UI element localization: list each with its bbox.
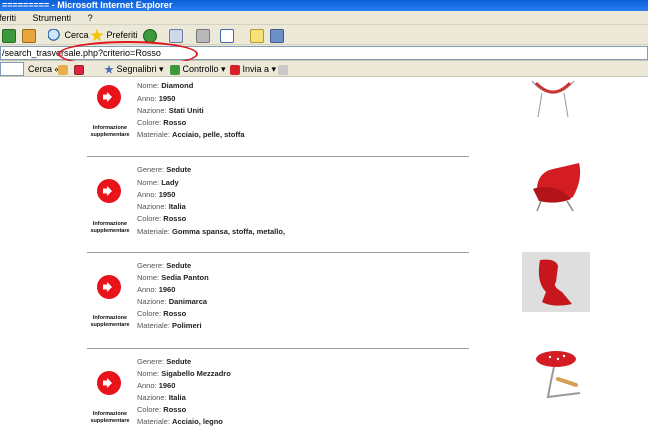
attr-material: Materiale: Gomma spansa, stoffa, metallo… bbox=[137, 227, 285, 236]
list-item: Informazione supplementare Genere: Sedut… bbox=[87, 257, 469, 347]
search-label: Cerca bbox=[64, 30, 89, 40]
info-label[interactable]: Informazione supplementare bbox=[87, 315, 133, 329]
messenger-button[interactable] bbox=[270, 27, 284, 43]
menu-help[interactable]: ? bbox=[88, 11, 93, 25]
mail-button[interactable] bbox=[169, 27, 183, 43]
links-search-input[interactable] bbox=[0, 62, 24, 76]
search-button[interactable]: Cerca bbox=[48, 27, 89, 43]
home-button[interactable] bbox=[22, 27, 36, 43]
links-search-button[interactable]: Cerca « bbox=[28, 61, 60, 77]
popup-blocker-button[interactable] bbox=[74, 61, 84, 77]
attr-nation: Nazione: Italia bbox=[137, 202, 186, 211]
divider bbox=[87, 252, 469, 253]
more-info-arrow-icon[interactable] bbox=[97, 371, 121, 395]
info-label[interactable]: Informazione supplementare bbox=[87, 411, 133, 425]
home-icon bbox=[22, 28, 36, 43]
options-button[interactable] bbox=[278, 61, 288, 77]
info-label[interactable]: Informazione supplementare bbox=[87, 221, 133, 235]
menu-favorites[interactable]: eferiti bbox=[0, 11, 16, 25]
list-item: Informazione supplementare Genere: Sedut… bbox=[87, 353, 469, 430]
bookmark-star-icon bbox=[104, 64, 114, 74]
attr-nation: Nazione: Italia bbox=[137, 393, 186, 402]
messenger-icon bbox=[270, 28, 284, 43]
wrench-icon bbox=[278, 64, 288, 75]
product-image-lady-armchair[interactable] bbox=[527, 159, 585, 217]
attr-name: Nome: Sedia Panton bbox=[137, 273, 209, 282]
refresh-button[interactable] bbox=[2, 27, 16, 43]
attr-name: Nome: Sigabello Mezzadro bbox=[137, 369, 231, 378]
divider bbox=[87, 348, 469, 349]
attr-nation: Nazione: Stati Uniti bbox=[137, 106, 204, 115]
popup-icon bbox=[74, 64, 84, 75]
menu-tools[interactable]: Strumenti bbox=[33, 11, 72, 25]
attr-name: Nome: Diamond bbox=[137, 81, 194, 90]
more-info-arrow-icon[interactable] bbox=[97, 85, 121, 109]
star-icon bbox=[90, 28, 104, 42]
attr-year: Anno: 1950 bbox=[137, 94, 176, 103]
menu-bar: eferiti Strumenti ? bbox=[0, 11, 648, 25]
product-image-diamond-chair[interactable] bbox=[528, 77, 578, 123]
send-to-button[interactable]: Invia a ▾ bbox=[230, 61, 276, 77]
edit-button[interactable] bbox=[220, 27, 234, 43]
highlighter-icon bbox=[58, 64, 68, 75]
printer-icon bbox=[196, 28, 210, 43]
send-arrow-icon bbox=[230, 64, 240, 75]
window-titlebar: ========= - Microsoft Internet Explorer bbox=[0, 0, 648, 11]
more-info-arrow-icon[interactable] bbox=[97, 275, 121, 299]
links-toolbar: Cerca « Segnalibri ▾ Controllo ▾ Invia a… bbox=[0, 61, 648, 77]
attr-year: Anno: 1960 bbox=[137, 381, 176, 390]
bookmarks-button[interactable]: Segnalibri ▾ bbox=[104, 61, 164, 77]
word-icon bbox=[220, 28, 234, 43]
more-info-arrow-icon[interactable] bbox=[97, 179, 121, 203]
check-button[interactable]: Controllo ▾ bbox=[170, 61, 226, 77]
list-item: Informazione supplementare Genere: Sedut… bbox=[87, 161, 469, 251]
attr-genre: Genere: Sedute bbox=[137, 357, 192, 366]
checkmark-icon bbox=[170, 64, 180, 75]
product-image-panton-chair[interactable] bbox=[522, 252, 590, 312]
product-image-mezzadro-stool[interactable] bbox=[528, 349, 588, 409]
attr-genre: Genere: Sedute bbox=[137, 165, 192, 174]
results-list: Informazione supplementare Nome: Diamond… bbox=[0, 77, 648, 430]
attr-color: Colore: Rosso bbox=[137, 405, 187, 414]
attr-nation: Nazione: Danimarca bbox=[137, 297, 208, 306]
attr-material: Materiale: Acciaio, legno bbox=[137, 417, 223, 426]
highlight-button[interactable] bbox=[58, 61, 68, 77]
attr-year: Anno: 1960 bbox=[137, 285, 176, 294]
attr-material: Materiale: Polimeri bbox=[137, 321, 202, 330]
attr-name: Nome: Lady bbox=[137, 178, 179, 187]
search-icon bbox=[48, 28, 62, 43]
divider bbox=[87, 156, 469, 157]
favorites-label: Preferiti bbox=[106, 30, 138, 40]
notes-button[interactable] bbox=[250, 27, 264, 43]
attr-genre: Genere: Sedute bbox=[137, 261, 192, 270]
info-label[interactable]: Informazione supplementare bbox=[87, 125, 133, 139]
attr-color: Colore: Rosso bbox=[137, 309, 187, 318]
list-item: Informazione supplementare Nome: Diamond… bbox=[87, 77, 469, 147]
attr-color: Colore: Rosso bbox=[137, 118, 187, 127]
attr-year: Anno: 1950 bbox=[137, 190, 176, 199]
note-icon bbox=[250, 28, 264, 43]
attr-color: Colore: Rosso bbox=[137, 214, 187, 223]
attr-material: Materiale: Acciaio, pelle, stoffa bbox=[137, 130, 245, 139]
print-button[interactable] bbox=[196, 27, 210, 43]
mail-icon bbox=[169, 28, 183, 43]
refresh-icon bbox=[2, 28, 16, 43]
